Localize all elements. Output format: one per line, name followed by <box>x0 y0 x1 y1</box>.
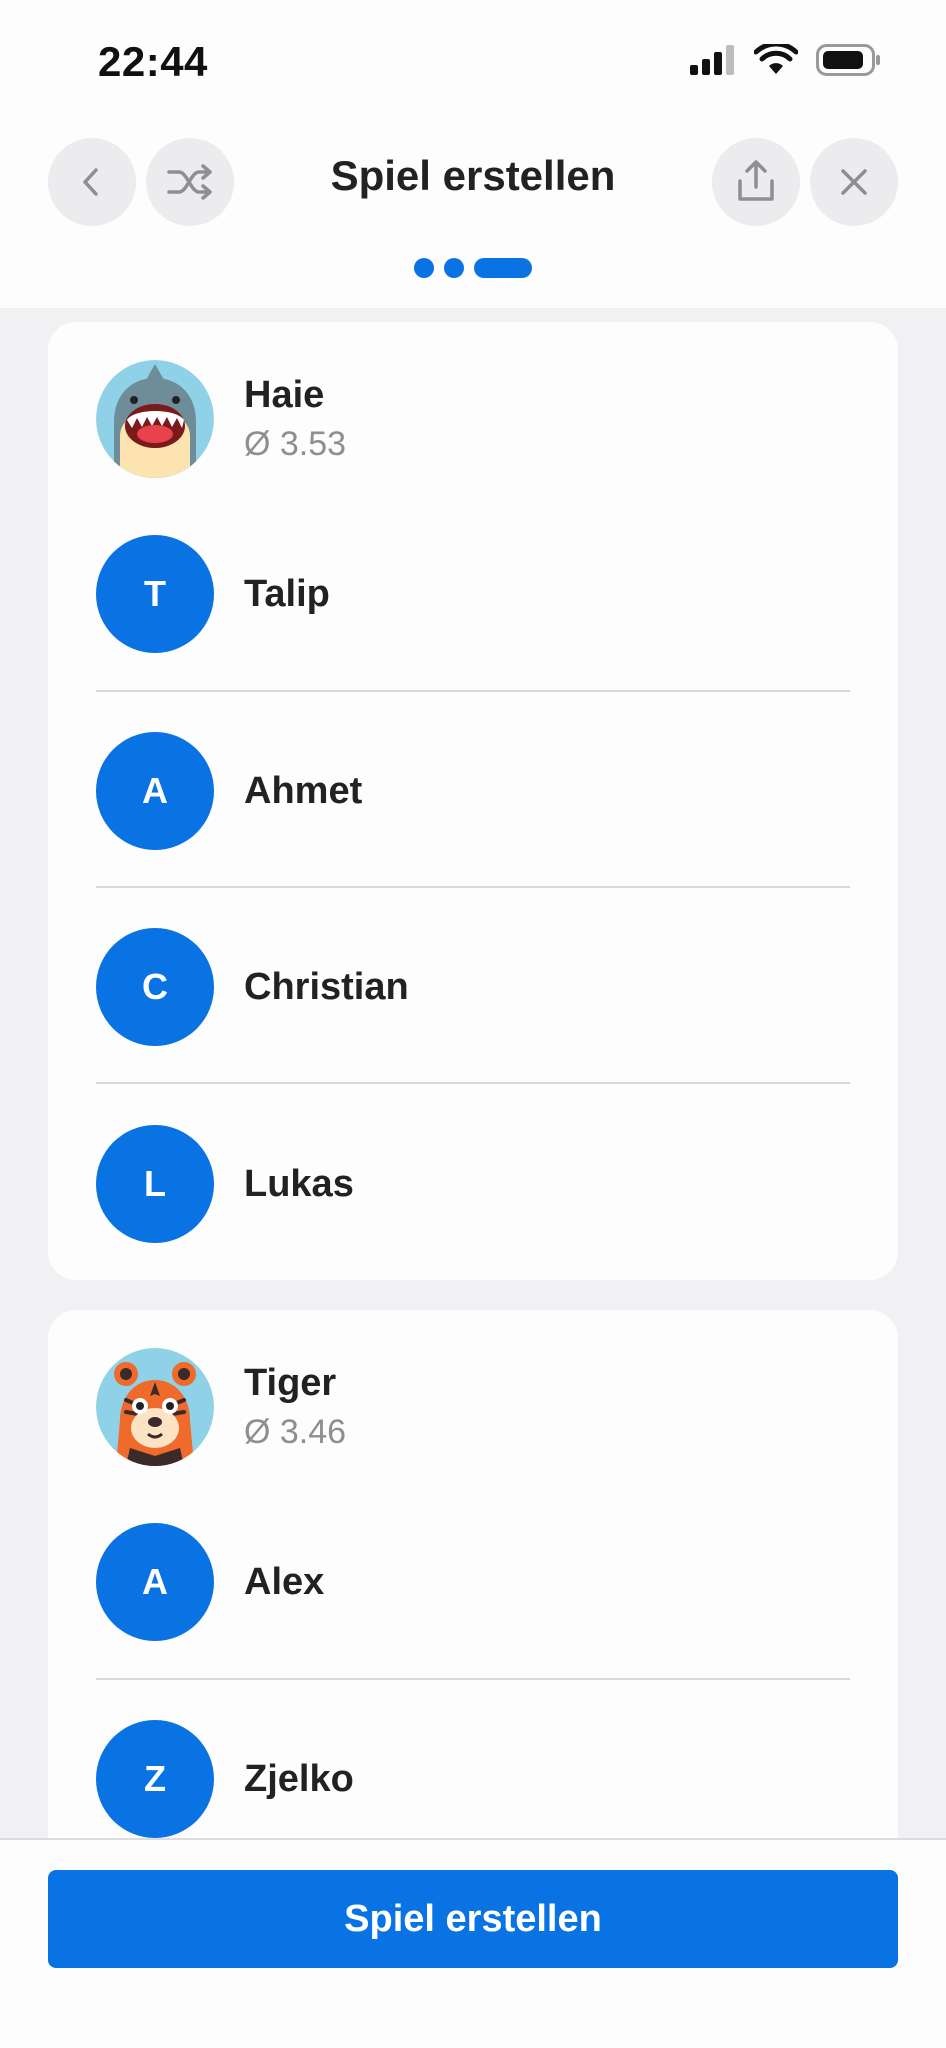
player-row[interactable]: A Alex <box>96 1523 850 1641</box>
step-dot <box>414 258 434 278</box>
page-title: Spiel erstellen <box>330 152 616 199</box>
divider <box>96 1678 850 1680</box>
tiger-avatar <box>96 1348 214 1466</box>
team-card: Haie Ø 3.53 T Talip A Ahmet C Christian … <box>48 322 898 1280</box>
team-name: Haie <box>244 374 325 416</box>
player-row[interactable]: Z Zjelko <box>96 1720 850 1838</box>
team-average: Ø 3.53 <box>244 425 347 463</box>
header: 22:44 Spiel erstellen <box>0 0 946 308</box>
share-icon <box>738 160 774 201</box>
team-name: Tiger <box>244 1362 337 1404</box>
step-dot-active <box>474 258 532 278</box>
divider <box>96 1082 850 1084</box>
player-name: Zjelko <box>244 1757 354 1800</box>
battery-icon <box>816 44 880 76</box>
status-time: 22:44 <box>98 38 208 85</box>
team-header: Haie Ø 3.53 <box>96 360 346 478</box>
signal-icon <box>690 45 734 75</box>
player-initial-avatar: A <box>96 732 214 850</box>
wifi-icon <box>754 44 798 74</box>
team-average: Ø 3.46 <box>244 1413 347 1451</box>
player-initial-avatar: Z <box>96 1720 214 1838</box>
team-header: Tiger Ø 3.46 <box>96 1348 346 1466</box>
bottom-bar: Spiel erstellen <box>0 1838 946 2048</box>
player-name: Talip <box>244 572 330 615</box>
shark-avatar <box>96 360 214 478</box>
step-dot <box>444 258 464 278</box>
player-initial-avatar: L <box>96 1125 214 1243</box>
create-game-button[interactable]: Spiel erstellen <box>48 1870 898 1968</box>
player-name: Alex <box>244 1560 325 1603</box>
player-row[interactable]: T Talip <box>96 535 850 653</box>
step-indicator <box>414 258 532 278</box>
player-initial-avatar: A <box>96 1523 214 1641</box>
close-icon <box>841 169 867 195</box>
player-row[interactable]: C Christian <box>96 928 850 1046</box>
player-name: Lukas <box>244 1162 354 1205</box>
player-initial-avatar: T <box>96 535 214 653</box>
player-row[interactable]: A Ahmet <box>96 732 850 850</box>
divider <box>96 886 850 888</box>
player-row[interactable]: L Lukas <box>96 1125 850 1243</box>
divider <box>96 690 850 692</box>
player-name: Ahmet <box>244 769 363 812</box>
close-button[interactable] <box>810 138 898 226</box>
share-button[interactable] <box>712 138 800 226</box>
screen: 22:44 Spiel erstellen Haie Ø 3.53 T Tali… <box>0 0 946 2048</box>
player-name: Christian <box>244 965 409 1008</box>
player-initial-avatar: C <box>96 928 214 1046</box>
status-icons <box>690 44 882 76</box>
